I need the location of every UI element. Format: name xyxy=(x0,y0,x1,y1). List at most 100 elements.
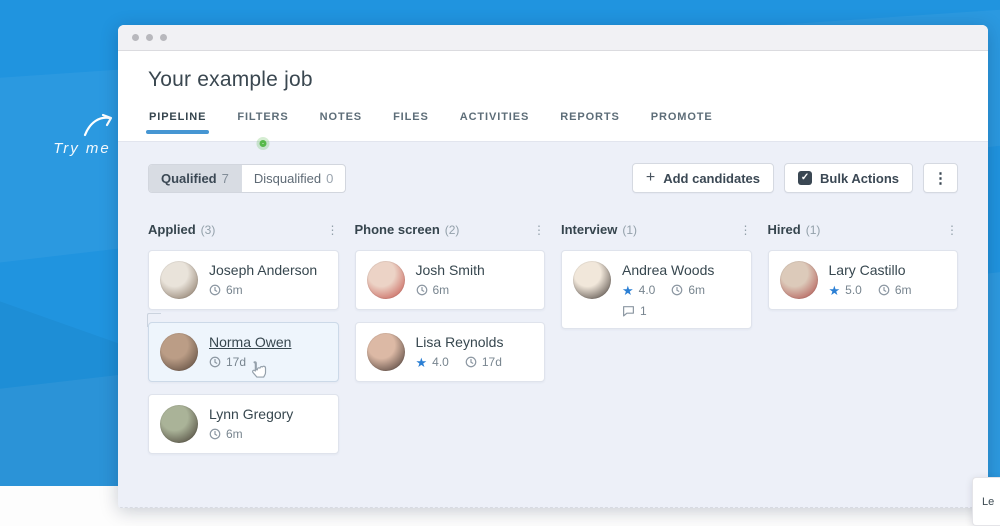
star-icon: ★ xyxy=(416,356,428,369)
clock-icon xyxy=(209,428,221,440)
candidate-name[interactable]: Norma Owen xyxy=(209,334,291,350)
candidate-card[interactable]: Lisa Reynolds ★ 4.0 17d xyxy=(355,322,546,382)
drag-corner-mark xyxy=(147,313,161,327)
qualified-label: Qualified xyxy=(161,171,217,186)
column-count: (1) xyxy=(806,223,821,237)
column-header: Hired (1) ⋮ xyxy=(768,222,959,237)
tab-label: FILTERS xyxy=(237,111,288,123)
tab-promote[interactable]: PROMOTE xyxy=(650,107,714,141)
disqualified-segment[interactable]: Disqualified 0 xyxy=(241,165,345,192)
stage-columns: Applied (3) ⋮ Joseph Anderson 6m xyxy=(148,222,958,466)
disqualified-count: 0 xyxy=(326,171,333,186)
time-in-stage: 6m xyxy=(688,283,705,297)
column-more-icon[interactable]: ⋮ xyxy=(946,224,958,236)
tab-label: NOTES xyxy=(320,111,362,123)
pipeline-toolbar: Qualified 7 Disqualified 0 + Add candida… xyxy=(148,163,958,193)
clock-icon xyxy=(209,356,221,368)
column-more-icon[interactable]: ⋮ xyxy=(327,224,339,236)
avatar xyxy=(160,261,198,299)
time-in-stage: 6m xyxy=(226,283,243,297)
bulk-actions-button[interactable]: ✓ Bulk Actions xyxy=(784,163,913,193)
candidate-name[interactable]: Josh Smith xyxy=(416,262,485,278)
tab-reports[interactable]: REPORTS xyxy=(559,107,620,141)
avatar xyxy=(573,261,611,299)
candidate-name[interactable]: Joseph Anderson xyxy=(209,262,317,278)
candidate-name[interactable]: Lisa Reynolds xyxy=(416,334,504,350)
clock-icon xyxy=(465,356,477,368)
try-me-label: Try me xyxy=(48,140,116,157)
toolbar-actions: + Add candidates ✓ Bulk Actions ⋮ xyxy=(632,163,958,193)
candidate-card[interactable]: Lary Castillo ★ 5.0 6m xyxy=(768,250,959,310)
window-control-dot[interactable] xyxy=(160,34,167,41)
rating-value: 5.0 xyxy=(845,283,862,297)
candidate-card[interactable]: Josh Smith 6m xyxy=(355,250,546,310)
time-in-stage: 17d xyxy=(226,355,246,369)
tab-notes[interactable]: NOTES xyxy=(319,107,363,141)
tab-activities[interactable]: ACTIVITIES xyxy=(459,107,531,141)
window-control-dot[interactable] xyxy=(146,34,153,41)
clock-icon xyxy=(416,284,428,296)
time-in-stage: 6m xyxy=(895,283,912,297)
column-name: Phone screen xyxy=(355,222,440,237)
qualified-count: 7 xyxy=(222,171,229,186)
candidate-name[interactable]: Lynn Gregory xyxy=(209,406,293,422)
comment-count: 1 xyxy=(640,304,647,318)
tab-pipeline[interactable]: PIPELINE xyxy=(148,107,207,141)
clock-icon xyxy=(878,284,890,296)
checkbox-icon: ✓ xyxy=(798,171,812,185)
pipeline-board: Qualified 7 Disqualified 0 + Add candida… xyxy=(118,141,988,508)
tab-files[interactable]: FILES xyxy=(392,107,430,141)
screen: Try me Your example job PIPELINE FILTERS… xyxy=(0,0,1000,526)
tab-label: FILES xyxy=(393,111,429,123)
time-in-stage: 6m xyxy=(433,283,450,297)
candidate-name[interactable]: Andrea Woods xyxy=(622,262,714,278)
column-header: Applied (3) ⋮ xyxy=(148,222,339,237)
tab-label: ACTIVITIES xyxy=(460,111,530,123)
star-icon: ★ xyxy=(829,284,841,297)
avatar xyxy=(160,405,198,443)
qualified-segment[interactable]: Qualified 7 xyxy=(149,165,241,192)
clock-icon xyxy=(209,284,221,296)
hand-cursor-icon xyxy=(247,359,269,383)
filters-active-dot-icon xyxy=(259,140,266,147)
column-header: Interview (1) ⋮ xyxy=(561,222,752,237)
column-name: Hired xyxy=(768,222,801,237)
candidate-card[interactable]: Andrea Woods ★ 4.0 6m 1 xyxy=(561,250,752,329)
active-tab-underline xyxy=(146,130,209,134)
column-count: (2) xyxy=(445,223,460,237)
disqualified-label: Disqualified xyxy=(254,171,321,186)
clock-icon xyxy=(671,284,683,296)
avatar xyxy=(160,333,198,371)
tab-bar: PIPELINE FILTERS NOTES FILES ACTIVITIES … xyxy=(148,107,958,141)
plus-icon: + xyxy=(646,170,655,186)
candidate-name[interactable]: Lary Castillo xyxy=(829,262,912,278)
page-title: Your example job xyxy=(148,68,958,92)
candidate-card[interactable]: Lynn Gregory 6m xyxy=(148,394,339,454)
candidate-card-hovered[interactable]: Norma Owen 17d xyxy=(148,322,339,382)
window-titlebar[interactable] xyxy=(118,25,988,51)
window-control-dot[interactable] xyxy=(132,34,139,41)
more-actions-button[interactable]: ⋮ xyxy=(923,163,958,193)
column-name: Interview xyxy=(561,222,617,237)
column-header: Phone screen (2) ⋮ xyxy=(355,222,546,237)
column-more-icon[interactable]: ⋮ xyxy=(533,224,545,236)
learn-more-partial[interactable]: Le xyxy=(972,477,1000,526)
candidate-card[interactable]: Joseph Anderson 6m xyxy=(148,250,339,310)
column-hired: Hired (1) ⋮ Lary Castillo ★ 5.0 xyxy=(768,222,959,466)
avatar xyxy=(367,261,405,299)
tab-filters[interactable]: FILTERS xyxy=(236,107,289,141)
add-candidates-button[interactable]: + Add candidates xyxy=(632,163,774,193)
app-window: Your example job PIPELINE FILTERS NOTES … xyxy=(118,25,988,508)
avatar xyxy=(780,261,818,299)
column-name: Applied xyxy=(148,222,196,237)
add-candidates-label: Add candidates xyxy=(663,171,760,186)
column-more-icon[interactable]: ⋮ xyxy=(740,224,752,236)
time-in-stage: 17d xyxy=(482,355,502,369)
try-me-annotation: Try me xyxy=(48,112,116,157)
column-applied: Applied (3) ⋮ Joseph Anderson 6m xyxy=(148,222,339,466)
tab-label: REPORTS xyxy=(560,111,619,123)
star-icon: ★ xyxy=(622,284,634,297)
rating-value: 4.0 xyxy=(639,283,656,297)
avatar xyxy=(367,333,405,371)
rating-value: 4.0 xyxy=(432,355,449,369)
